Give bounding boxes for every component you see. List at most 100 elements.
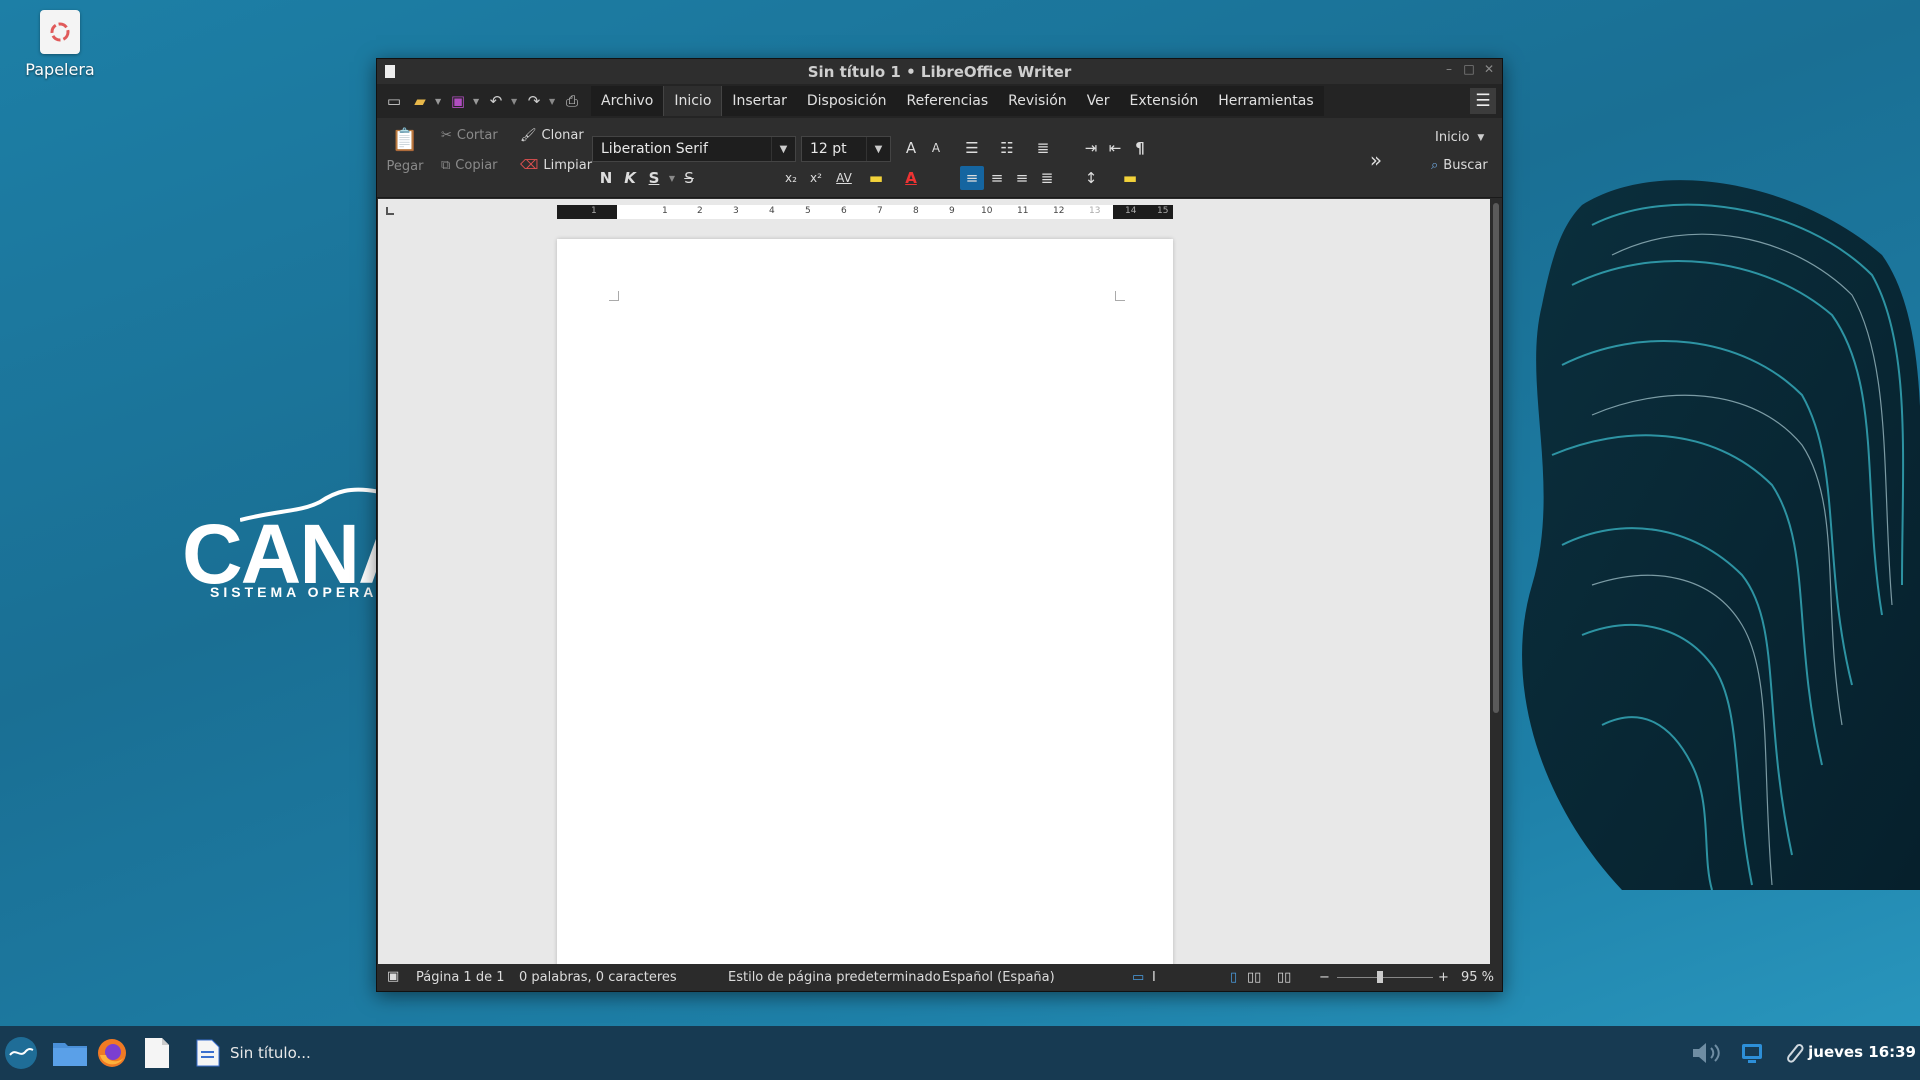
new-document-icon[interactable]: ▭	[383, 90, 405, 112]
tab-insertar[interactable]: Insertar	[722, 86, 797, 116]
vertical-scrollbar[interactable]	[1490, 199, 1502, 964]
font-size-dropdown-icon[interactable]: ▼	[866, 137, 890, 161]
maximize-button[interactable]: □	[1462, 62, 1476, 76]
wallpaper-logo: CANA SISTEMA OPERATI	[182, 478, 378, 608]
italic-button[interactable]: K	[618, 166, 642, 190]
increase-indent-icon[interactable]: ⇥	[1079, 136, 1103, 160]
font-size-combo[interactable]: 12 pt ▼	[801, 136, 891, 162]
save-icon[interactable]: ▣	[447, 90, 469, 112]
copy-button[interactable]: ⧉ Copiar	[441, 158, 498, 173]
taskbar-writer-task[interactable]: Sin título...	[196, 1036, 311, 1070]
zoom-slider-handle[interactable]	[1377, 971, 1383, 983]
tab-herramientas[interactable]: Herramientas	[1208, 86, 1323, 116]
outline-list-icon[interactable]: ≣	[1031, 136, 1055, 160]
shrink-font-icon[interactable]: A	[924, 136, 948, 160]
paragraph-background-icon[interactable]: ▬	[1118, 166, 1142, 190]
undo-dropdown-icon[interactable]: ▼	[511, 97, 519, 106]
bullet-list-icon[interactable]: ☰	[960, 136, 984, 160]
align-center-icon[interactable]: ≡	[985, 166, 1009, 190]
search-button[interactable]: ⌕ Buscar	[1431, 158, 1488, 173]
superscript-button[interactable]: x²	[804, 166, 828, 190]
formatting-marks-icon[interactable]: ¶	[1128, 136, 1152, 160]
close-button[interactable]: ✕	[1482, 62, 1496, 76]
open-dropdown-icon[interactable]: ▼	[435, 97, 443, 106]
align-right-icon[interactable]: ≡	[1010, 166, 1034, 190]
document-page[interactable]	[557, 239, 1173, 964]
firefox-icon	[98, 1039, 126, 1067]
line-spacing-icon[interactable]: ↕	[1079, 166, 1103, 190]
tab-stop-icon[interactable]	[386, 207, 394, 215]
title-bar[interactable]: Sin título 1 • LibreOffice Writer – □ ✕	[377, 59, 1502, 84]
redo-icon[interactable]: ↷	[523, 90, 545, 112]
zoom-level[interactable]: 95 %	[1461, 970, 1494, 985]
paste-button[interactable]: 📋 Pegar	[387, 128, 424, 174]
scrollbar-thumb[interactable]	[1493, 203, 1499, 713]
selection-mode-icon[interactable]: ▭	[1132, 970, 1144, 985]
justify-icon[interactable]: ≣	[1035, 166, 1059, 190]
ruler-number: 9	[949, 206, 955, 216]
paste-icon: 📋	[391, 128, 419, 153]
word-count[interactable]: 0 palabras, 0 caracteres	[519, 970, 677, 985]
language[interactable]: Español (España)	[942, 970, 1055, 985]
zoom-slider[interactable]	[1337, 977, 1433, 978]
clear-label: Limpiar	[543, 158, 593, 173]
clock[interactable]: jueves 16:39	[1808, 1043, 1916, 1061]
horizontal-ruler[interactable]: 1 1 2 3 4 5 6 7 8 9 10 11 12 13 14 15	[557, 205, 1173, 219]
margin-corner-marker	[609, 291, 619, 301]
cut-button[interactable]: ✂ Cortar	[441, 128, 498, 143]
strikethrough-button[interactable]: S	[677, 166, 701, 190]
tab-selector[interactable]: Inicio ▼	[1435, 130, 1484, 145]
subscript-button[interactable]: x₂	[779, 166, 803, 190]
paperclip-icon[interactable]	[1782, 1036, 1806, 1070]
multi-page-view-icon[interactable]: ▯▯	[1247, 970, 1261, 985]
decrease-indent-icon[interactable]: ⇤	[1103, 136, 1127, 160]
tab-referencias[interactable]: Referencias	[897, 86, 999, 116]
document-icon	[145, 1038, 169, 1068]
highlight-color-icon[interactable]: ▬	[864, 166, 888, 190]
zoom-in-icon[interactable]: +	[1438, 970, 1449, 985]
tab-ver[interactable]: Ver	[1077, 86, 1120, 116]
save-dropdown-icon[interactable]: ▼	[473, 97, 481, 106]
clear-formatting-button[interactable]: ⌫ Limpiar	[520, 158, 592, 173]
single-page-view-icon[interactable]: ▯	[1230, 970, 1237, 985]
font-name-combo[interactable]: Liberation Serif ▼	[592, 136, 796, 162]
insert-mode-icon[interactable]: I	[1152, 970, 1156, 985]
file-manager-launcher[interactable]	[52, 1036, 88, 1070]
scissors-icon: ✂	[441, 128, 452, 143]
ruler-number: 4	[769, 206, 775, 216]
redo-dropdown-icon[interactable]: ▼	[549, 97, 557, 106]
numbered-list-icon[interactable]: ☷	[995, 136, 1019, 160]
tab-revision[interactable]: Revisión	[998, 86, 1077, 116]
book-view-icon[interactable]: ▯▯	[1277, 970, 1291, 985]
page-count[interactable]: Página 1 de 1	[416, 970, 504, 985]
hamburger-menu-icon[interactable]: ☰	[1470, 88, 1496, 114]
font-color-button[interactable]: A	[899, 166, 923, 190]
firefox-launcher[interactable]	[96, 1036, 128, 1070]
tab-extension[interactable]: Extensión	[1120, 86, 1209, 116]
expand-toolbar-icon[interactable]: »	[1364, 148, 1388, 172]
print-icon[interactable]: ⎙	[561, 90, 583, 112]
character-spacing-button[interactable]: AV	[832, 166, 856, 190]
trash-label: Papelera	[25, 60, 95, 79]
clone-label: Clonar	[541, 128, 584, 143]
undo-icon[interactable]: ↶	[485, 90, 507, 112]
volume-icon[interactable]	[1690, 1036, 1726, 1070]
tab-selector-label: Inicio	[1435, 130, 1470, 145]
network-icon[interactable]	[1740, 1036, 1764, 1070]
minimize-button[interactable]: –	[1442, 62, 1456, 76]
grow-font-icon[interactable]: A	[899, 136, 923, 160]
trash-desktop-icon[interactable]: Papelera	[18, 10, 102, 79]
zoom-out-icon[interactable]: −	[1319, 970, 1330, 985]
text-editor-launcher[interactable]	[144, 1036, 170, 1070]
tab-archivo[interactable]: Archivo	[591, 86, 663, 116]
page-style[interactable]: Estilo de página predeterminado	[728, 970, 941, 985]
start-menu-button[interactable]	[4, 1036, 38, 1070]
open-folder-icon[interactable]: ▰	[409, 90, 431, 112]
font-name-dropdown-icon[interactable]: ▼	[771, 137, 795, 161]
font-name-value: Liberation Serif	[601, 141, 708, 157]
clone-button[interactable]: 🖌 Clonar	[520, 128, 584, 143]
tab-disposicion[interactable]: Disposición	[797, 86, 897, 116]
tab-inicio[interactable]: Inicio	[663, 86, 723, 116]
align-left-icon[interactable]: ≡	[960, 166, 984, 190]
bold-button[interactable]: N	[594, 166, 618, 190]
